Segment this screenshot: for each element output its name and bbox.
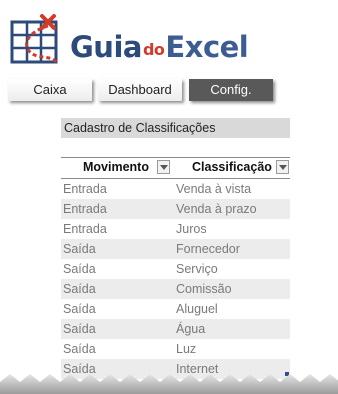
- table-row[interactable]: Saída Aluguel: [61, 299, 290, 319]
- movimento-cell[interactable]: Saída: [63, 302, 96, 316]
- table-row[interactable]: Saída Comissão: [61, 279, 290, 299]
- dashboard-button[interactable]: Dashboard: [98, 79, 182, 101]
- guia-do-excel-logo: GuiadoExcel: [8, 8, 278, 70]
- movimento-cell[interactable]: Entrada: [63, 202, 107, 216]
- dropdown-arrow-icon: [160, 165, 168, 170]
- classificacao-filter-button[interactable]: [276, 160, 289, 174]
- table-row[interactable]: Saída Luz: [61, 339, 290, 359]
- table-row[interactable]: Entrada Venda à vista: [61, 179, 290, 199]
- classificacao-cell[interactable]: Aluguel: [176, 302, 218, 316]
- movimento-cell[interactable]: Saída: [63, 342, 96, 356]
- classificacao-cell[interactable]: Comissão: [176, 282, 232, 296]
- classifications-table: Movimento Classificação Entrada Venda à v…: [61, 157, 290, 379]
- classificacao-cell[interactable]: Luz: [176, 342, 196, 356]
- logo-do: do: [142, 40, 165, 59]
- table-body: Entrada Venda à vista Entrada Venda à prazo…: [61, 179, 290, 379]
- classificacao-cell[interactable]: Fornecedor: [176, 242, 240, 256]
- movimento-cell[interactable]: Saída: [63, 322, 96, 336]
- movimento-cell[interactable]: Entrada: [63, 222, 107, 236]
- movimento-cell[interactable]: Entrada: [63, 182, 107, 196]
- classificacao-cell[interactable]: Água: [176, 322, 205, 336]
- logo-wordmark: GuiadoExcel: [70, 30, 249, 74]
- movimento-cell[interactable]: Saída: [63, 282, 96, 296]
- column-header-movimento: Movimento: [83, 160, 149, 174]
- movimento-cell[interactable]: Saída: [63, 262, 96, 276]
- classificacao-cell[interactable]: Serviço: [176, 262, 218, 276]
- table-header: Movimento Classificação: [61, 157, 290, 179]
- classificacao-cell[interactable]: Venda à vista: [176, 182, 251, 196]
- logo-guia: Guia: [70, 30, 142, 64]
- table-row[interactable]: Saída Água: [61, 319, 290, 339]
- table-row[interactable]: Entrada Venda à prazo: [61, 199, 290, 219]
- sheet-title: Cadastro de Classificações: [61, 118, 290, 138]
- logo-excel: Excel: [165, 30, 249, 64]
- config-button[interactable]: Config.: [189, 79, 273, 101]
- table-row[interactable]: Saída Fornecedor: [61, 239, 290, 259]
- caixa-button[interactable]: Caixa: [8, 79, 92, 101]
- classificacao-cell[interactable]: Juros: [176, 222, 207, 236]
- column-header-classificacao: Classificação: [192, 160, 272, 174]
- dropdown-arrow-icon: [279, 165, 287, 170]
- classificacao-cell[interactable]: Venda à prazo: [176, 202, 257, 216]
- spreadsheet-logo-icon: [10, 14, 60, 65]
- movimento-filter-button[interactable]: [157, 160, 170, 174]
- table-row[interactable]: Entrada Juros: [61, 219, 290, 239]
- torn-paper-edge: [0, 374, 338, 394]
- table-row[interactable]: Saída Serviço: [61, 259, 290, 279]
- movimento-cell[interactable]: Saída: [63, 242, 96, 256]
